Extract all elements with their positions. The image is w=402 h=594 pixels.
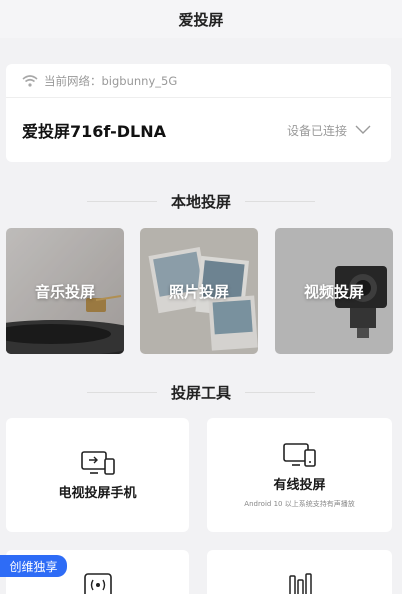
radio-signal-icon <box>83 573 112 594</box>
wired-cast-label: 有线投屏 <box>273 477 326 493</box>
tv-cast-phone-button[interactable]: 电视投屏手机 <box>6 418 189 532</box>
divider <box>86 201 157 202</box>
network-ssid: bigbunny_5G <box>101 73 178 88</box>
network-row: 当前网络： bigbunny_5G <box>6 64 391 98</box>
divider <box>245 392 315 393</box>
app-title: 爱投屏 <box>178 10 224 29</box>
connection-card: 当前网络： bigbunny_5G 爱投屏716f-DLNA 设备已连接 <box>6 64 391 162</box>
wired-cast-note: Android 10 以上系统支持有声播放 <box>244 499 355 508</box>
photo-cast-label: 照片投屏 <box>168 282 229 301</box>
wired-cast-button[interactable]: 有线投屏 Android 10 以上系统支持有声播放 <box>207 418 392 532</box>
device-status: 设备已连接 <box>287 122 371 139</box>
photo-cast-tile[interactable]: 照片投屏 <box>140 228 258 354</box>
local-cast-title: 本地投屏 <box>170 193 231 211</box>
wired-devices-icon <box>282 442 316 467</box>
tools-heading: 投屏工具 <box>0 382 402 403</box>
device-status-text: 设备已连接 <box>286 123 347 138</box>
bars-icon <box>288 573 312 594</box>
tv-phone-icon <box>80 450 115 475</box>
video-cast-tile[interactable]: 视频投屏 <box>275 228 393 354</box>
chevron-down-icon <box>355 125 371 134</box>
local-cast-heading: 本地投屏 <box>0 191 402 212</box>
app-title-bar: 爱投屏 <box>0 0 402 38</box>
tools-title: 投屏工具 <box>170 384 231 402</box>
divider <box>245 201 315 202</box>
divider <box>86 392 157 393</box>
exclusive-badge-label: 创维独享 <box>9 559 58 574</box>
device-name: 爱投屏716f-DLNA <box>22 122 166 141</box>
video-cast-label: 视频投屏 <box>303 282 364 301</box>
music-cast-label: 音乐投屏 <box>34 282 95 301</box>
network-label: 当前网络： <box>44 73 102 88</box>
music-cast-tile[interactable]: 音乐投屏 <box>6 228 124 354</box>
tool-card-4[interactable] <box>207 550 392 594</box>
device-selector[interactable]: 爱投屏716f-DLNA 设备已连接 <box>6 98 391 162</box>
wifi-icon <box>22 74 38 87</box>
tv-cast-phone-label: 电视投屏手机 <box>58 485 137 501</box>
exclusive-badge: 创维独享 <box>0 555 67 577</box>
